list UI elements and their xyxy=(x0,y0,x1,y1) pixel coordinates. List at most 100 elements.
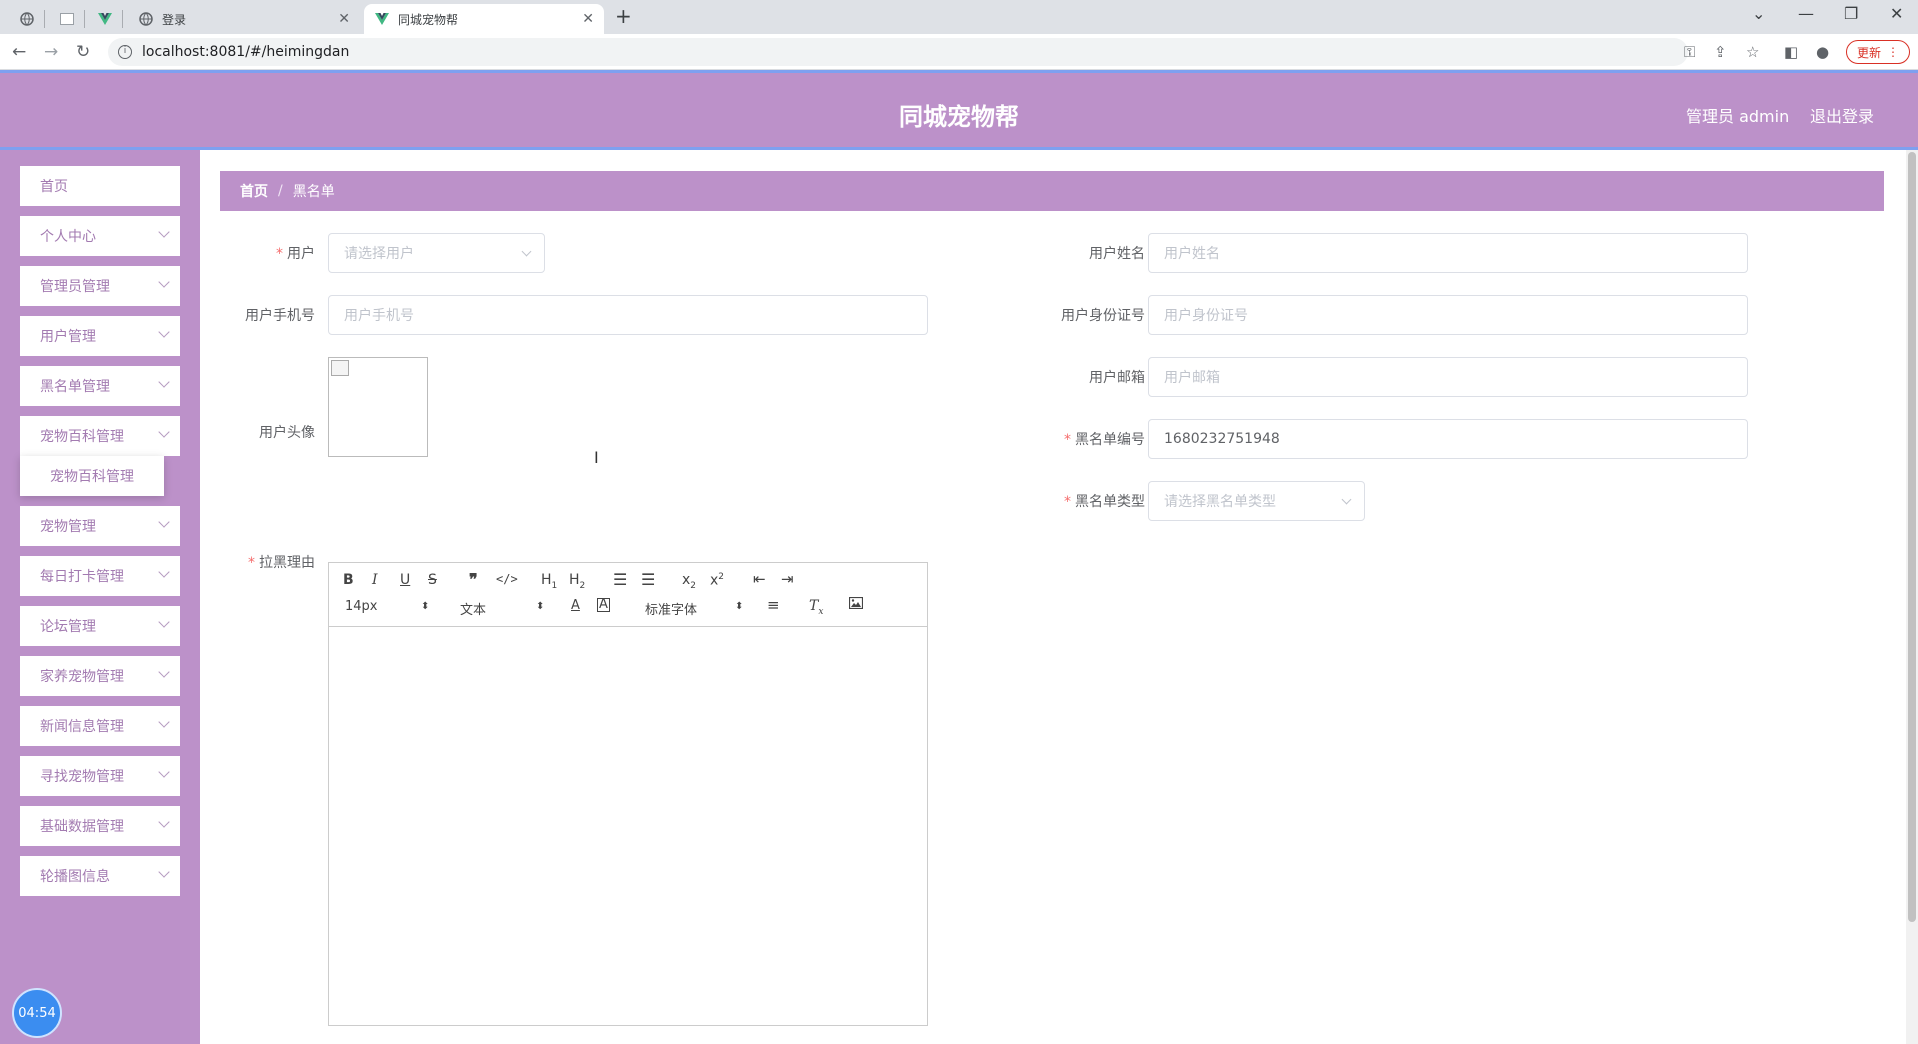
clear-format-icon[interactable]: Tx xyxy=(809,598,823,617)
indent-icon[interactable]: ⇥ xyxy=(781,570,794,588)
minimize-icon[interactable]: — xyxy=(1798,4,1814,23)
tab-search-icon[interactable]: ⌄ xyxy=(1752,4,1765,23)
tab-pinned-2[interactable] xyxy=(54,4,80,34)
info-icon[interactable]: i xyxy=(118,45,132,59)
chevron-down-icon xyxy=(158,666,170,678)
outdent-icon[interactable]: ⇤ xyxy=(753,570,766,588)
font-size-select[interactable]: 14px ⬍ xyxy=(345,599,431,614)
sidebar-item-news[interactable]: 新闻信息管理 xyxy=(20,706,180,746)
breadcrumb-home[interactable]: 首页 xyxy=(240,181,268,201)
blacklist-type-placeholder: 请选择黑名单类型 xyxy=(1164,494,1276,510)
restore-icon[interactable]: ❐ xyxy=(1844,4,1858,23)
profile-icon[interactable]: ● xyxy=(1816,43,1829,61)
sort-arrows-icon: ⬍ xyxy=(735,601,744,612)
underline-icon[interactable]: U xyxy=(400,572,410,588)
italic-icon[interactable]: I xyxy=(372,572,378,588)
sidebar-item-forum[interactable]: 论坛管理 xyxy=(20,606,180,646)
sidebar-item-pet-management[interactable]: 宠物管理 xyxy=(20,506,180,546)
idcard-placeholder: 用户身份证号 xyxy=(1164,308,1248,324)
subscript-icon[interactable]: x2 xyxy=(682,572,696,591)
header1-icon[interactable]: H1 xyxy=(541,572,557,591)
sidebar-item-carousel[interactable]: 轮播图信息 xyxy=(20,856,180,896)
update-button[interactable]: 更新 ⋮ xyxy=(1846,40,1910,64)
name-label: 用户姓名 xyxy=(1089,246,1145,262)
user-select[interactable]: 请选择用户 xyxy=(328,233,545,273)
paragraph-value: 文本 xyxy=(460,603,487,618)
blacklist-no-value: 1680232751948 xyxy=(1164,431,1280,447)
chevron-down-icon xyxy=(158,566,170,578)
image-icon[interactable] xyxy=(848,596,864,613)
ordered-list-icon[interactable]: ☰ xyxy=(613,570,627,589)
page-scrollbar[interactable] xyxy=(1906,150,1918,1044)
breadcrumb-current: 黑名单 xyxy=(292,184,335,200)
reload-icon[interactable]: ↻ xyxy=(76,42,90,62)
paragraph-select[interactable]: 文本 ⬍ xyxy=(460,599,546,618)
chevron-down-icon xyxy=(158,766,170,778)
sidebar: 首页 个人中心 管理员管理 用户管理 黑名单管理 宠物百科管理 宠物管理 每日打… xyxy=(0,150,200,1044)
share-icon[interactable]: ⇪ xyxy=(1714,43,1727,61)
tab-pinned-3[interactable] xyxy=(92,4,118,34)
tab-login[interactable]: 登录 ✕ xyxy=(128,4,360,34)
idcard-label: 用户身份证号 xyxy=(1061,308,1145,324)
chevron-down-icon xyxy=(158,276,170,288)
superscript-icon[interactable]: x2 xyxy=(710,572,724,589)
sidebar-item-label: 宠物百科管理 xyxy=(40,429,124,445)
sidebar-item-personal-center[interactable]: 个人中心 xyxy=(20,216,180,256)
background-color-icon[interactable]: A xyxy=(597,598,610,612)
blockquote-icon[interactable]: ❞ xyxy=(469,570,478,589)
bold-icon[interactable]: B xyxy=(343,572,354,588)
sidebar-item-blacklist-management[interactable]: 黑名单管理 xyxy=(20,366,180,406)
forward-icon[interactable]: → xyxy=(44,42,58,62)
submenu-item-pet-encyclopedia[interactable]: 宠物百科管理 xyxy=(20,456,164,496)
email-input[interactable]: 用户邮箱 xyxy=(1148,357,1748,397)
sidebar-item-pet-encyclopedia[interactable]: 宠物百科管理 xyxy=(20,416,180,456)
avatar-image[interactable] xyxy=(328,357,428,457)
side-panel-icon[interactable]: ◧ xyxy=(1784,43,1798,61)
sidebar-item-label: 寻找宠物管理 xyxy=(40,769,124,785)
chevron-down-icon xyxy=(158,376,170,388)
user-select-placeholder: 请选择用户 xyxy=(344,246,414,262)
key-icon[interactable]: ⚿ xyxy=(1684,43,1695,61)
url-bar[interactable]: i localhost:8081/#/heimingdan xyxy=(108,38,1688,66)
idcard-input[interactable]: 用户身份证号 xyxy=(1148,295,1748,335)
email-placeholder: 用户邮箱 xyxy=(1164,370,1220,386)
star-icon[interactable]: ☆ xyxy=(1746,43,1759,61)
sidebar-item-admin-management[interactable]: 管理员管理 xyxy=(20,266,180,306)
email-label: 用户邮箱 xyxy=(1089,370,1145,386)
code-block-icon[interactable]: </> xyxy=(496,572,518,586)
sidebar-item-label: 宠物管理 xyxy=(40,519,96,535)
scrollbar-thumb[interactable] xyxy=(1908,152,1916,922)
sidebar-item-daily-checkin[interactable]: 每日打卡管理 xyxy=(20,556,180,596)
text-color-icon[interactable]: A xyxy=(571,598,580,613)
sort-arrows-icon: ⬍ xyxy=(536,601,545,612)
close-window-icon[interactable]: ✕ xyxy=(1890,4,1903,23)
blacklist-no-input[interactable]: 1680232751948 xyxy=(1148,419,1748,459)
sidebar-item-label: 首页 xyxy=(40,179,68,195)
blacklist-type-select[interactable]: 请选择黑名单类型 xyxy=(1148,481,1365,521)
font-family-select[interactable]: 标准字体 ⬍ xyxy=(645,599,745,618)
align-icon[interactable]: ≡ xyxy=(767,596,780,614)
sidebar-item-base-data[interactable]: 基础数据管理 xyxy=(20,806,180,846)
bullet-list-icon[interactable]: ☰ xyxy=(641,570,655,589)
name-input[interactable]: 用户姓名 xyxy=(1148,233,1748,273)
close-tab-icon[interactable]: ✕ xyxy=(582,11,594,27)
chevron-down-icon xyxy=(158,426,170,438)
app-header: 同城宠物帮 管理员 admin 退出登录 xyxy=(0,70,1918,150)
phone-input[interactable]: 用户手机号 xyxy=(328,295,928,335)
vue-icon xyxy=(97,11,113,27)
avatar-label: 用户头像 xyxy=(259,425,315,441)
sidebar-item-home[interactable]: 首页 xyxy=(20,166,180,206)
vue-icon xyxy=(374,11,390,27)
back-icon[interactable]: ← xyxy=(12,42,26,62)
new-tab-icon[interactable]: + xyxy=(615,4,632,28)
rich-text-editor[interactable]: B I U S ❞ </> H1 H2 ☰ ☰ x2 x2 ⇤ ⇥ 14px ⬍… xyxy=(328,562,928,1026)
sidebar-item-user-management[interactable]: 用户管理 xyxy=(20,316,180,356)
sidebar-item-home-pets[interactable]: 家养宠物管理 xyxy=(20,656,180,696)
close-tab-icon[interactable]: ✕ xyxy=(338,11,350,27)
strikethrough-icon[interactable]: S xyxy=(428,572,437,588)
sidebar-item-lost-pets[interactable]: 寻找宠物管理 xyxy=(20,756,180,796)
logout-link[interactable]: 退出登录 xyxy=(1810,103,1874,127)
tab-pinned-1[interactable] xyxy=(14,4,40,34)
tab-active[interactable]: 同城宠物帮 ✕ xyxy=(364,4,604,34)
header2-icon[interactable]: H2 xyxy=(569,572,585,591)
